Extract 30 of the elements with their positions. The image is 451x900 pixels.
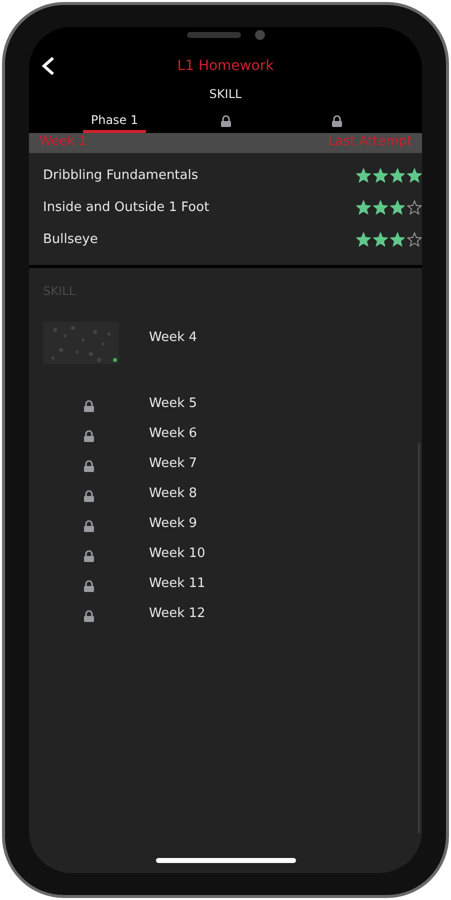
- screen-title: L1 Homework: [177, 58, 274, 74]
- back-button[interactable]: [41, 56, 55, 76]
- week-item[interactable]: Week 4: [149, 322, 198, 345]
- star-icon: [356, 232, 371, 246]
- week-item[interactable]: Week 11: [149, 576, 206, 590]
- star-icon: [407, 168, 422, 182]
- star-icon: [373, 232, 388, 246]
- star-icon: [407, 200, 422, 214]
- back-icon: [41, 56, 55, 76]
- star-icon: [373, 168, 388, 182]
- week-label: Week 1: [39, 134, 88, 149]
- screen-subtitle: SKILL: [208, 87, 243, 101]
- star-icon: [356, 168, 371, 182]
- week-item[interactable]: Week 10: [149, 546, 206, 560]
- star-icon: [356, 200, 371, 214]
- star-icon: [390, 232, 405, 246]
- week-item[interactable]: Week 12: [149, 606, 206, 620]
- drill-name: Dribbling Fundamentals: [43, 168, 198, 182]
- week-item[interactable]: Week 8: [149, 486, 198, 500]
- star-icon: [390, 200, 405, 214]
- drill-name: Inside and Outside 1 Foot: [43, 200, 210, 214]
- star-icon: [390, 168, 405, 182]
- star-icon: [373, 200, 388, 214]
- drill-name: Bullseye: [43, 232, 98, 246]
- week-item[interactable]: Week 7: [149, 456, 198, 470]
- column-label: Last Attempt: [328, 134, 412, 149]
- star-icon: [407, 232, 422, 246]
- week-item[interactable]: Week 6: [149, 426, 198, 440]
- week-item[interactable]: Week 5: [149, 396, 198, 410]
- week-item[interactable]: Week 9: [149, 516, 198, 530]
